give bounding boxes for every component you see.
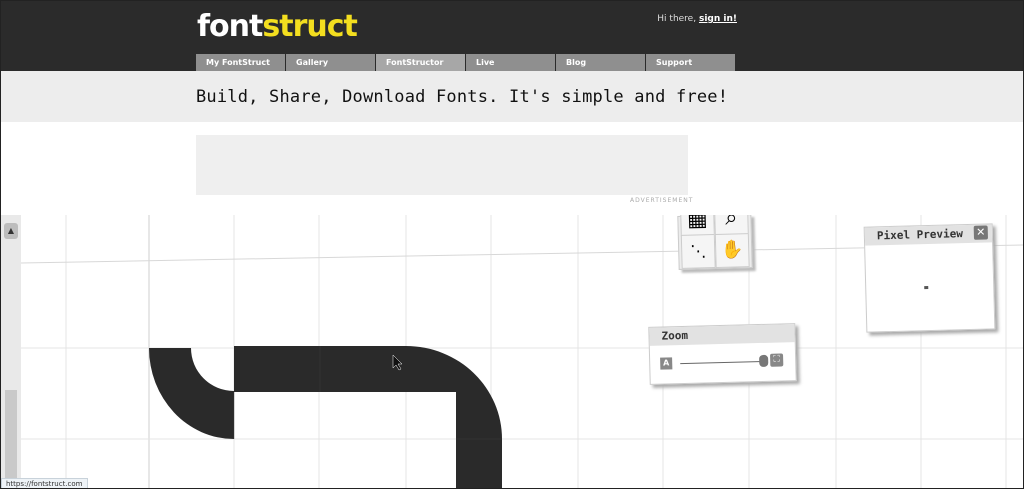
zoom-slider-track[interactable] — [680, 360, 765, 365]
sign-in-link[interactable]: sign in! — [699, 14, 737, 24]
status-bar-url: https://fontstruct.com — [1, 478, 88, 488]
nav-tab-support[interactable]: Support — [646, 54, 735, 71]
glyph-curve-left — [149, 348, 234, 439]
pixel-preview-glyph — [924, 286, 929, 290]
glyph-corner-right — [406, 346, 502, 439]
tool-palette: ▦ ⌕ ⋱ ✋ — [677, 215, 753, 270]
scroll-up-button[interactable]: ▲ — [4, 223, 18, 239]
zoom-title: Zoom — [649, 324, 795, 346]
nav-tab-my-fontstruct[interactable]: My FontStruct — [196, 54, 285, 71]
user-greeting: Hi there, sign in! — [657, 14, 737, 24]
fontstruct-logo[interactable]: fontstruct — [197, 9, 358, 45]
glyph-shape — [149, 346, 502, 488]
pixel-preview-panel: Pixel Preview ✕ — [863, 223, 996, 333]
close-icon[interactable]: ✕ — [973, 225, 989, 240]
nav-tab-live[interactable]: Live — [466, 54, 555, 71]
logo-part-font: font — [197, 9, 263, 44]
nav-tab-fontstructor[interactable]: FontStructor — [376, 54, 465, 71]
diagonal-icon[interactable]: ⋱ — [680, 234, 716, 269]
browser-frame: fontstruct Hi there, sign in! My FontStr… — [0, 0, 1024, 489]
tagline-text: Build, Share, Download Fonts. It's simpl… — [196, 87, 729, 107]
logo-part-struct: struct — [262, 9, 357, 44]
zoom-fit-icon[interactable]: ⛶ — [770, 353, 784, 367]
nav-tab-blog[interactable]: Blog — [556, 54, 645, 71]
fontstructor-canvas[interactable]: ▲ ▦ ⌕ ⋱ ✋ Pixel Preview ✕ Zoom A ⛶ — [1, 215, 1023, 488]
main-nav: My FontStruct Gallery FontStructor Live … — [196, 54, 736, 71]
zoom-small-icon[interactable]: A — [660, 357, 673, 370]
glyph-bar-1 — [234, 346, 320, 392]
greeting-text: Hi there, — [657, 14, 697, 24]
scroll-thumb[interactable] — [5, 390, 17, 488]
glyph-bar-2 — [320, 346, 406, 392]
advertisement-box[interactable] — [196, 135, 688, 195]
nav-tab-gallery[interactable]: Gallery — [286, 54, 375, 71]
vertical-scrollbar[interactable]: ▲ — [1, 215, 21, 488]
tagline-banner: Build, Share, Download Fonts. It's simpl… — [1, 71, 1023, 122]
advertisement-label: ADVERTISEMENT — [630, 197, 694, 204]
zoom-slider-handle[interactable] — [759, 354, 769, 368]
hand-icon[interactable]: ✋ — [714, 233, 750, 268]
site-header: fontstruct Hi there, sign in! My FontStr… — [1, 1, 1023, 71]
glyph-stem — [456, 439, 502, 488]
zoom-panel: Zoom A ⛶ — [648, 323, 797, 385]
